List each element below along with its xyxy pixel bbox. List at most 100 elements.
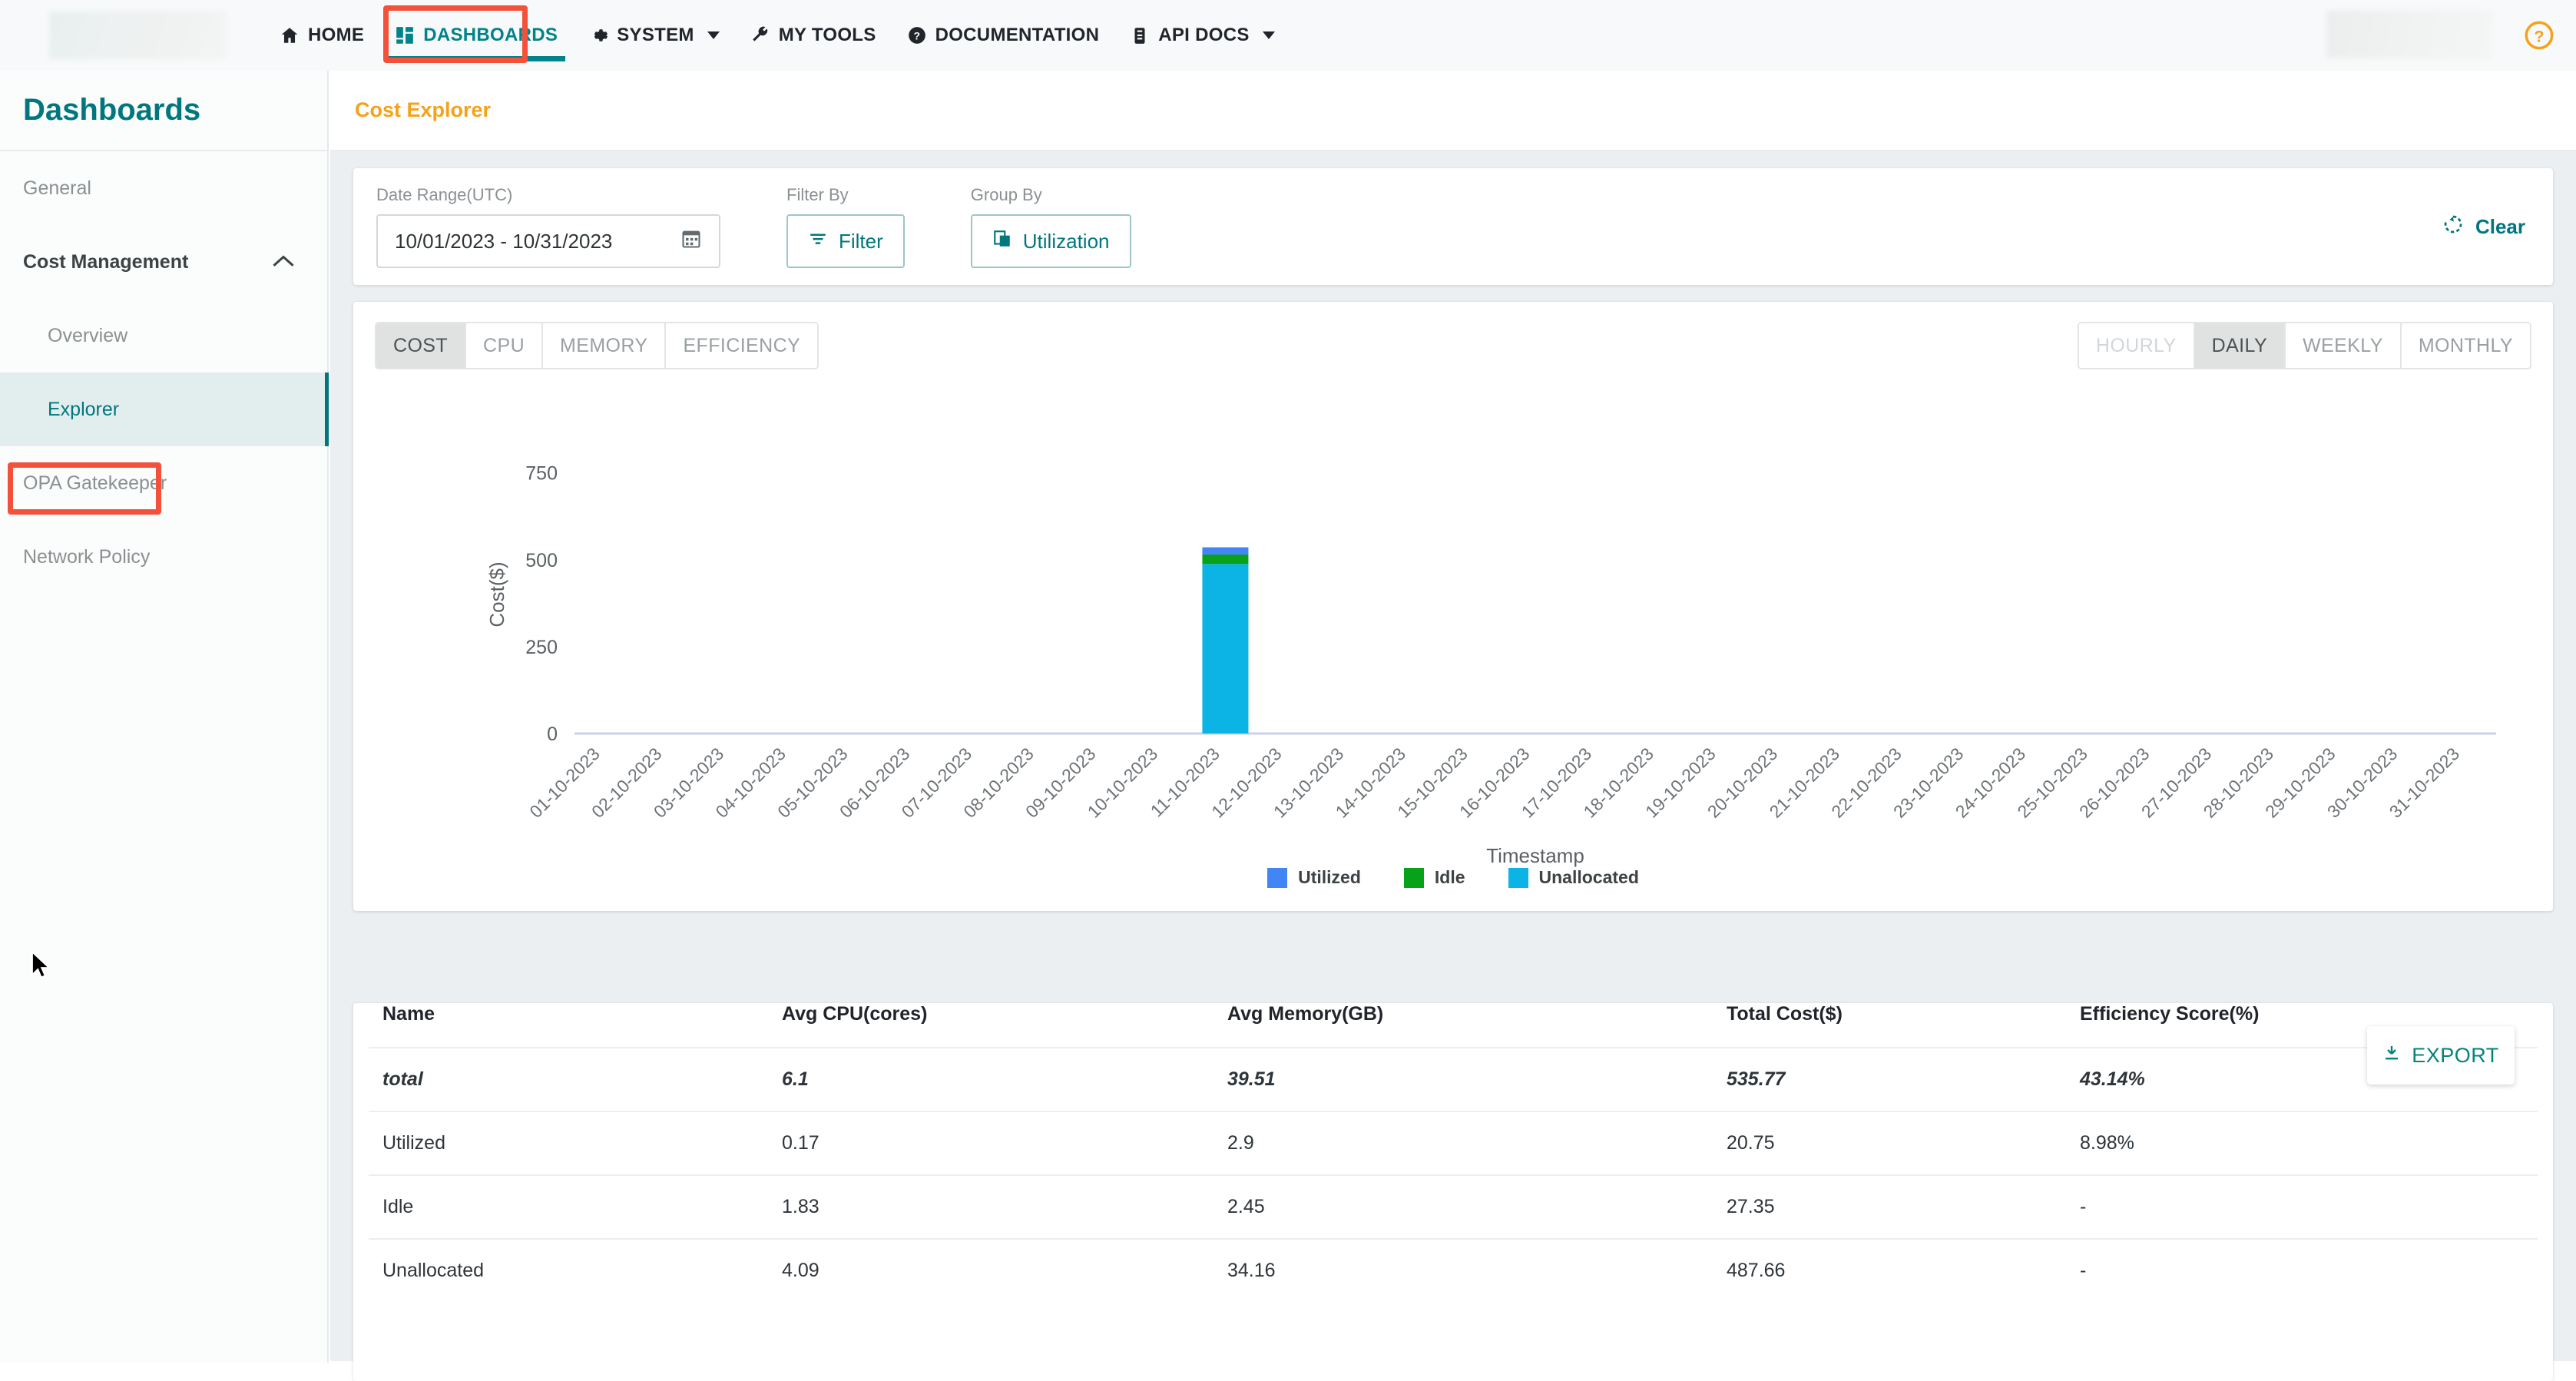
clear-button[interactable]: Clear bbox=[2442, 213, 2525, 241]
svg-text:250: 250 bbox=[525, 637, 558, 658]
cell-cost: 20.75 bbox=[1713, 1111, 2066, 1175]
filter-button[interactable]: Filter bbox=[786, 214, 905, 268]
gear-icon bbox=[588, 25, 608, 45]
legend-label: Idle bbox=[1434, 867, 1465, 887]
sidebar-item-label: Explorer bbox=[48, 398, 120, 420]
legend-swatch-utilized bbox=[1267, 867, 1288, 888]
table-row[interactable]: Unallocated 4.09 34.16 487.66 - bbox=[369, 1238, 2538, 1302]
svg-text:Cost($): Cost($) bbox=[485, 561, 508, 627]
legend-item-unallocated[interactable]: Unallocated bbox=[1508, 867, 1639, 888]
copy-layers-icon bbox=[992, 229, 1012, 254]
sidebar-item-explorer[interactable]: Explorer bbox=[0, 373, 329, 446]
mouse-cursor bbox=[29, 949, 52, 985]
legend-label: Unallocated bbox=[1538, 867, 1639, 887]
tab-cpu[interactable]: CPU bbox=[466, 323, 544, 368]
tab-efficiency[interactable]: EFFICIENCY bbox=[666, 323, 818, 368]
nav-item-my-tools[interactable]: MY TOOLS bbox=[735, 0, 892, 71]
date-range-input[interactable]: 10/01/2023 - 10/31/2023 bbox=[376, 214, 720, 268]
nav-item-api-docs[interactable]: API DOCS bbox=[1114, 0, 1290, 71]
table-row[interactable]: Utilized 0.17 2.9 20.75 8.98% bbox=[369, 1111, 2538, 1175]
svg-text:?: ? bbox=[913, 29, 920, 41]
cell-cost: 535.77 bbox=[1713, 1047, 2066, 1111]
home-icon bbox=[280, 25, 300, 45]
sidebar-item-label: Overview bbox=[48, 324, 128, 346]
top-navigation-bar: HOME DASHBOARDS SYSTEM MY TOOLS ? DOCUME… bbox=[0, 0, 2576, 71]
cell-memory: 2.45 bbox=[1214, 1174, 1713, 1239]
nav-item-system[interactable]: SYSTEM bbox=[573, 0, 734, 71]
sidebar-item-label: General bbox=[23, 177, 91, 199]
date-range-field: Date Range(UTC) 10/01/2023 - 10/31/2023 bbox=[376, 185, 720, 268]
group-by-button[interactable]: Utilization bbox=[970, 214, 1131, 268]
cell-memory: 39.51 bbox=[1214, 1047, 1713, 1111]
group-by-button-label: Utilization bbox=[1022, 229, 1110, 253]
cell-memory: 34.16 bbox=[1214, 1238, 1713, 1302]
top-nav-items: HOME DASHBOARDS SYSTEM MY TOOLS ? DOCUME… bbox=[264, 0, 1290, 71]
svg-text:500: 500 bbox=[525, 550, 558, 571]
cost-summary-table: Name Avg CPU(cores) Avg Memory(GB) Total… bbox=[369, 1003, 2538, 1302]
cell-name: Unallocated bbox=[369, 1238, 768, 1302]
chevron-down-icon bbox=[707, 31, 720, 39]
chevron-up-icon bbox=[272, 251, 295, 273]
legend-swatch-idle bbox=[1403, 867, 1424, 888]
chart-panel: COST CPU MEMORY EFFICIENCY HOURLY DAILY … bbox=[353, 302, 2553, 911]
column-header-avg-memory: Avg Memory(GB) bbox=[1227, 1003, 1384, 1025]
sidebar-item-overview[interactable]: Overview bbox=[0, 299, 327, 373]
legend-swatch-unallocated bbox=[1508, 867, 1528, 888]
nav-item-label: SYSTEM bbox=[617, 25, 694, 45]
cell-cpu: 4.09 bbox=[768, 1238, 1214, 1302]
nav-item-dashboards[interactable]: DASHBOARDS bbox=[379, 0, 573, 71]
filter-panel: Date Range(UTC) 10/01/2023 - 10/31/2023 bbox=[353, 168, 2553, 285]
tab-memory[interactable]: MEMORY bbox=[543, 323, 667, 368]
summary-table-panel: EXPORT Name Avg CPU(cores) Avg Memory(GB… bbox=[353, 1003, 2553, 1381]
filter-by-label: Filter By bbox=[786, 185, 849, 204]
column-header-avg-cpu: Avg CPU(cores) bbox=[782, 1003, 928, 1025]
nav-item-label: DOCUMENTATION bbox=[935, 25, 1100, 45]
chart-legend: Utilized Idle Unallocated bbox=[353, 867, 2553, 888]
nav-item-home[interactable]: HOME bbox=[264, 0, 379, 71]
cell-cpu: 0.17 bbox=[768, 1111, 1214, 1175]
export-button[interactable]: EXPORT bbox=[2367, 1026, 2515, 1085]
clear-label: Clear bbox=[2475, 215, 2525, 238]
tab-hourly[interactable]: HOURLY bbox=[2078, 323, 2195, 368]
filter-button-label: Filter bbox=[839, 229, 883, 253]
download-icon bbox=[2382, 1044, 2401, 1068]
cell-name: total bbox=[369, 1047, 768, 1111]
sidebar-item-label: Cost Management bbox=[23, 250, 189, 273]
sidebar-item-cost-management[interactable]: Cost Management bbox=[0, 225, 327, 299]
tab-weekly[interactable]: WEEKLY bbox=[2286, 323, 2402, 368]
page-title: Cost Explorer bbox=[330, 71, 2576, 151]
cell-cpu: 1.83 bbox=[768, 1174, 1214, 1239]
nav-item-documentation[interactable]: ? DOCUMENTATION bbox=[892, 0, 1115, 71]
cell-efficiency: 8.98% bbox=[2066, 1111, 2538, 1175]
sidebar-item-general[interactable]: General bbox=[0, 151, 327, 225]
main-content: Cost Explorer Date Range(UTC) 10/01/2023… bbox=[330, 71, 2576, 1381]
sidebar-item-network-policy[interactable]: Network Policy bbox=[0, 520, 327, 594]
legend-item-utilized[interactable]: Utilized bbox=[1267, 867, 1361, 888]
svg-text:750: 750 bbox=[525, 463, 558, 485]
tab-monthly[interactable]: MONTHLY bbox=[2401, 323, 2530, 368]
legend-item-idle[interactable]: Idle bbox=[1403, 867, 1465, 888]
group-by-label: Group By bbox=[970, 185, 1042, 204]
sidebar-item-label: Network Policy bbox=[23, 545, 151, 568]
cell-cost: 27.35 bbox=[1713, 1174, 2066, 1239]
svg-text:?: ? bbox=[2534, 26, 2544, 45]
svg-text:Timestamp: Timestamp bbox=[1486, 844, 1584, 867]
table-row[interactable]: Idle 1.83 2.45 27.35 - bbox=[369, 1174, 2538, 1239]
tab-cost[interactable]: COST bbox=[376, 323, 467, 368]
calendar-icon[interactable] bbox=[680, 228, 702, 255]
help-circle-icon[interactable]: ? bbox=[2524, 20, 2554, 51]
column-header-name: Name bbox=[382, 1003, 435, 1025]
sidebar-item-label: OPA Gatekeeper bbox=[23, 472, 167, 494]
table-row[interactable]: total 6.1 39.51 535.77 43.14% bbox=[369, 1047, 2538, 1111]
nav-item-label: DASHBOARDS bbox=[423, 25, 558, 45]
cell-efficiency: - bbox=[2066, 1174, 2538, 1239]
sidebar-item-opa-gatekeeper[interactable]: OPA Gatekeeper bbox=[0, 446, 327, 520]
granularity-tab-group: HOURLY DAILY WEEKLY MONTHLY bbox=[2077, 322, 2531, 369]
group-by-field: Group By Utilization bbox=[970, 185, 1131, 268]
user-account-area[interactable] bbox=[2326, 11, 2492, 58]
app-logo[interactable] bbox=[49, 12, 226, 59]
grid-icon bbox=[395, 25, 415, 45]
export-label: EXPORT bbox=[2412, 1043, 2499, 1067]
date-range-label: Date Range(UTC) bbox=[376, 185, 513, 204]
tab-daily[interactable]: DAILY bbox=[2194, 323, 2286, 368]
